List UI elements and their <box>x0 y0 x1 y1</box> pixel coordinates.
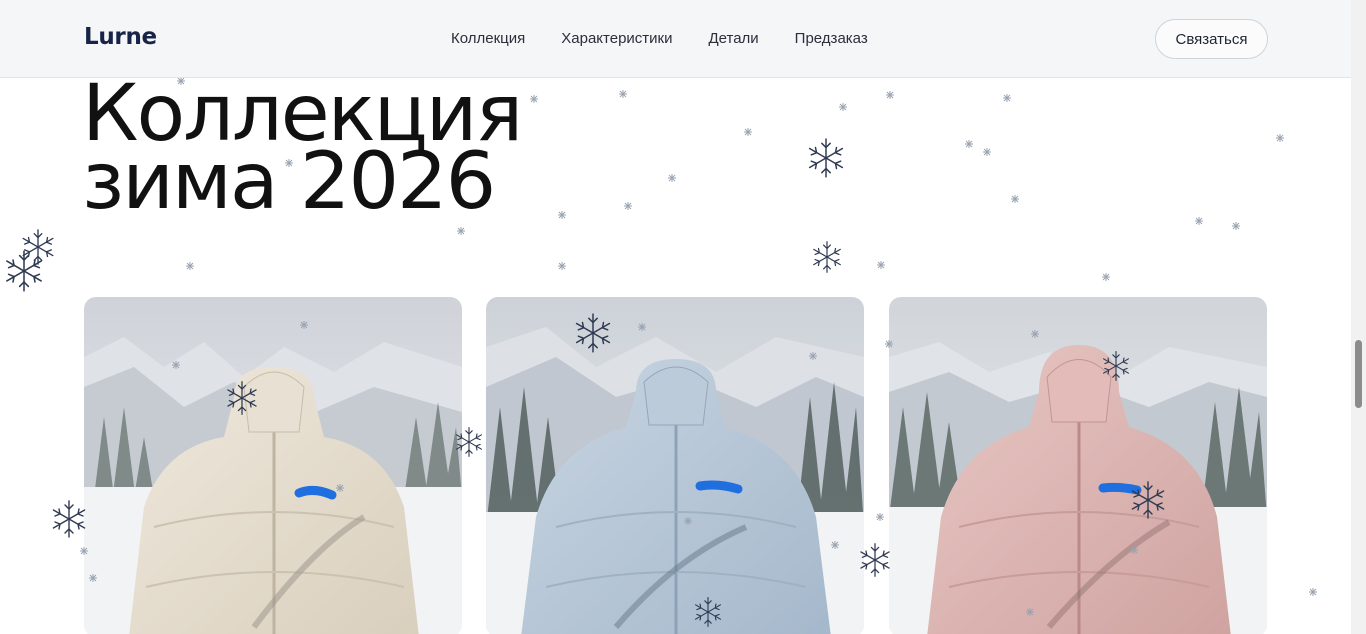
main-nav: Коллекция Характеристики Детали Предзака… <box>451 30 868 47</box>
logo[interactable]: Lurne <box>84 24 157 50</box>
contact-button[interactable]: Связаться <box>1155 19 1268 59</box>
blue-jacket-image <box>486 297 864 634</box>
nav-link-specs[interactable]: Характеристики <box>561 30 672 47</box>
hero-title: Коллекция зима 2026 <box>82 75 694 227</box>
snowflake-icon <box>52 500 86 538</box>
product-card-beige[interactable] <box>84 297 462 634</box>
nav-link-preorder[interactable]: Предзаказ <box>795 30 868 47</box>
snowflake-icon <box>808 138 844 178</box>
nav-link-details[interactable]: Детали <box>708 30 758 47</box>
pink-jacket-image <box>889 297 1267 634</box>
product-card-blue[interactable] <box>486 297 864 634</box>
scrollbar-thumb[interactable] <box>1355 340 1362 408</box>
snowflake-icon <box>6 250 42 292</box>
snowflake-icon <box>22 229 54 265</box>
beige-jacket-image <box>84 297 462 634</box>
snowflake-icon <box>813 241 841 273</box>
snowflake-icon <box>860 543 890 577</box>
nav-link-collection[interactable]: Коллекция <box>451 30 525 47</box>
page-scrollbar[interactable] <box>1351 0 1366 634</box>
hero-title-line-2: зима 2026 <box>82 137 496 227</box>
site-header: Lurne Коллекция Характеристики Детали Пр… <box>0 0 1351 78</box>
product-card-pink[interactable] <box>889 297 1267 634</box>
